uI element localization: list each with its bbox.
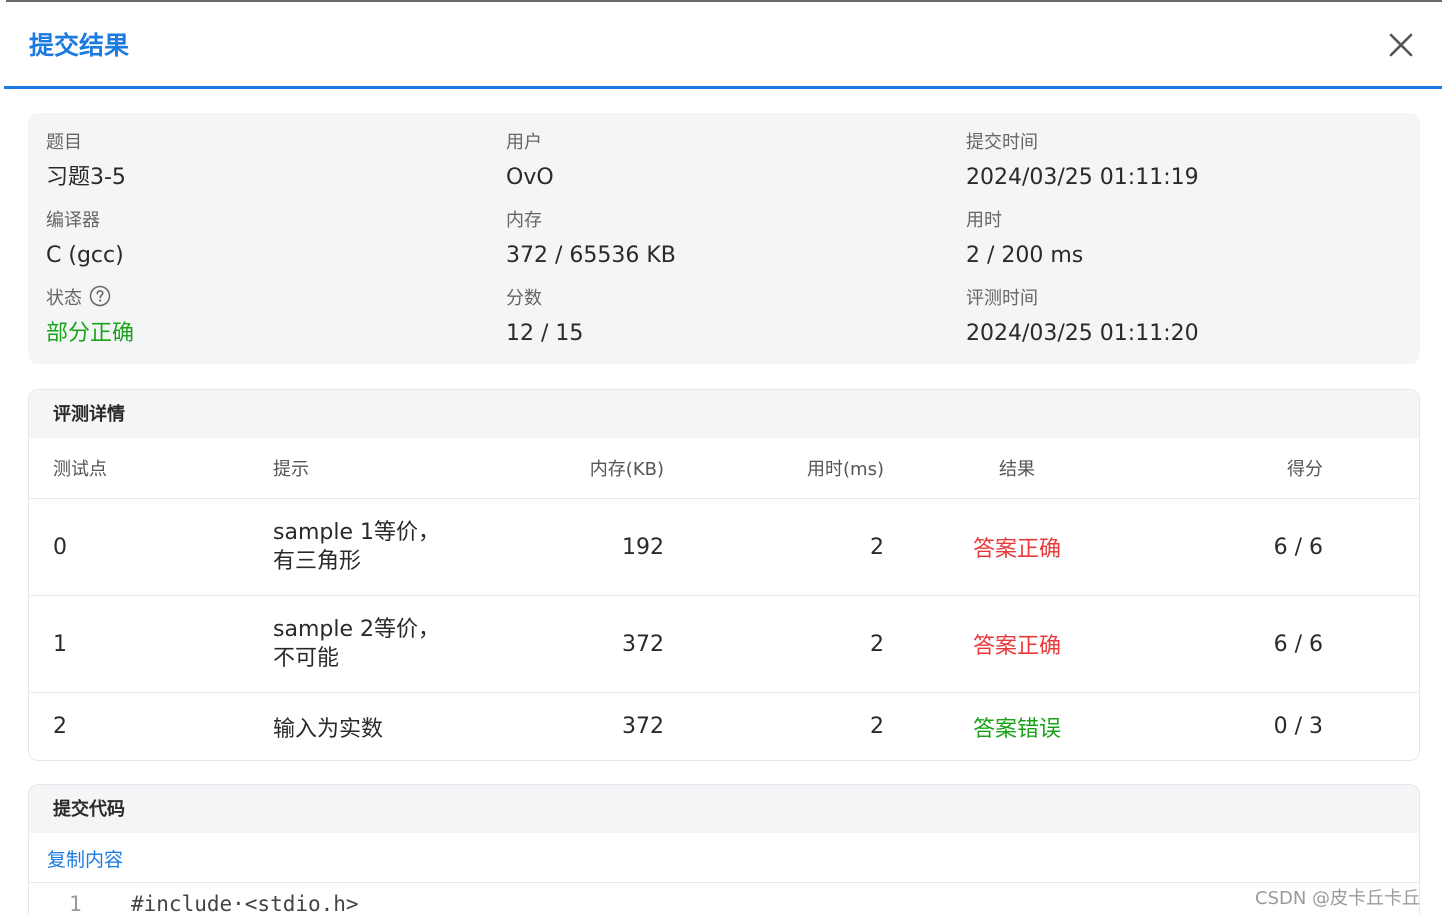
submit-time-value: 2024/03/25 01:11:19 xyxy=(966,165,1199,190)
row-time: 2 xyxy=(870,534,884,560)
submitted-code-title: 提交代码 xyxy=(29,785,1419,833)
info-problem: 题目 习题3-5 xyxy=(46,131,126,192)
compiler-value: C (gcc) xyxy=(46,243,124,268)
submit-time-label: 提交时间 xyxy=(966,132,1038,153)
judge-details-title: 评测详情 xyxy=(29,390,1419,438)
status-value: 部分正确 xyxy=(46,321,135,346)
judge-time-label: 评测时间 xyxy=(966,288,1038,309)
line-code: #include·<stdio.h> xyxy=(131,892,359,915)
header-hint: 提示 xyxy=(273,459,309,480)
info-status: 状态 部分正确 xyxy=(46,285,135,348)
info-submit-time: 提交时间 2024/03/25 01:11:19 xyxy=(966,131,1199,192)
table-header-row: 测试点 提示 内存(KB) 用时(ms) 结果 得分 xyxy=(29,438,1419,499)
row-case: 2 xyxy=(53,714,67,739)
row-score: 6 / 6 xyxy=(1273,534,1323,560)
dialog-header: 提交结果 xyxy=(4,2,1442,89)
info-user: 用户 OvO xyxy=(506,131,554,192)
info-score: 分数 12 / 15 xyxy=(506,287,583,348)
line-number: 1 xyxy=(69,892,82,915)
info-time: 用时 2 / 200 ms xyxy=(966,209,1083,270)
watermark: CSDN @皮卡丘卡丘 xyxy=(1255,888,1421,909)
judge-time-value: 2024/03/25 01:11:20 xyxy=(966,321,1199,346)
problem-value: 习题3-5 xyxy=(46,165,126,190)
header-memory: 内存(KB) xyxy=(589,459,664,480)
status-label-row: 状态 xyxy=(46,285,134,314)
table-row: 2 输入为实数 372 2 答案错误 0 / 3 xyxy=(29,693,1419,760)
question-circle-icon[interactable] xyxy=(89,285,111,314)
row-hint: sample 1等价， 有三角形 xyxy=(273,499,440,595)
row-case: 1 xyxy=(53,631,67,657)
code-line: 1 #include·<stdio.h> xyxy=(29,882,1419,915)
row-hint-line: 不可能 xyxy=(273,646,340,671)
close-button[interactable] xyxy=(1386,30,1416,60)
row-score: 6 / 6 xyxy=(1273,631,1323,657)
problem-label: 题目 xyxy=(46,132,82,153)
row-memory: 192 xyxy=(622,534,664,560)
row-hint-line: sample 1等价， xyxy=(273,520,440,545)
row-result: 答案正确 xyxy=(972,537,1061,562)
row-memory: 372 xyxy=(622,631,664,657)
row-memory: 372 xyxy=(622,714,664,739)
submission-info-panel: 题目 习题3-5 编译器 C (gcc) 状态 部分正确 用户 OvO 内存 3… xyxy=(28,113,1420,364)
copy-content-link[interactable]: 复制内容 xyxy=(47,845,123,872)
row-hint: 输入为实数 xyxy=(273,716,384,742)
score-value: 12 / 15 xyxy=(506,321,584,346)
table-row: 1 sample 2等价， 不可能 372 2 答案正确 6 / 6 xyxy=(29,596,1419,693)
submission-result-dialog: 提交结果 题目 习题3-5 编译器 C (gcc) 状态 部分正确 用户 OvO… xyxy=(4,2,1442,915)
dialog-title: 提交结果 xyxy=(29,31,130,60)
row-result: 答案正确 xyxy=(972,634,1061,659)
time-value: 2 / 200 ms xyxy=(966,243,1084,268)
info-compiler: 编译器 C (gcc) xyxy=(46,209,124,270)
row-case: 0 xyxy=(53,534,67,560)
status-label: 状态 xyxy=(46,288,82,309)
judge-details-card: 评测详情 测试点 提示 内存(KB) 用时(ms) 结果 得分 0 sample… xyxy=(28,389,1420,761)
header-result: 结果 xyxy=(999,459,1035,480)
header-score: 得分 xyxy=(1287,459,1323,480)
submitted-code-card: 提交代码 复制内容 1 #include·<stdio.h> xyxy=(28,784,1420,915)
compiler-label: 编译器 xyxy=(46,210,100,231)
info-memory: 内存 372 / 65536 KB xyxy=(506,209,676,270)
table-row: 0 sample 1等价， 有三角形 192 2 答案正确 6 / 6 xyxy=(29,499,1419,596)
copy-toolbar: 复制内容 xyxy=(29,833,1419,883)
user-label: 用户 xyxy=(506,132,542,153)
row-result: 答案错误 xyxy=(972,716,1061,742)
row-score: 0 / 3 xyxy=(1273,714,1323,739)
time-label: 用时 xyxy=(966,210,1002,231)
memory-label: 内存 xyxy=(506,210,542,231)
header-time: 用时(ms) xyxy=(807,459,884,480)
score-label: 分数 xyxy=(506,288,542,309)
memory-value: 372 / 65536 KB xyxy=(506,243,676,268)
user-value: OvO xyxy=(506,165,554,190)
header-case: 测试点 xyxy=(53,459,107,480)
info-judge-time: 评测时间 2024/03/25 01:11:20 xyxy=(966,287,1199,348)
row-hint: sample 2等价， 不可能 xyxy=(273,596,440,692)
row-time: 2 xyxy=(870,631,884,657)
row-time: 2 xyxy=(870,714,884,739)
row-hint-line: 有三角形 xyxy=(273,549,362,574)
close-icon xyxy=(1389,33,1413,57)
row-hint-line: sample 2等价， xyxy=(273,617,440,642)
